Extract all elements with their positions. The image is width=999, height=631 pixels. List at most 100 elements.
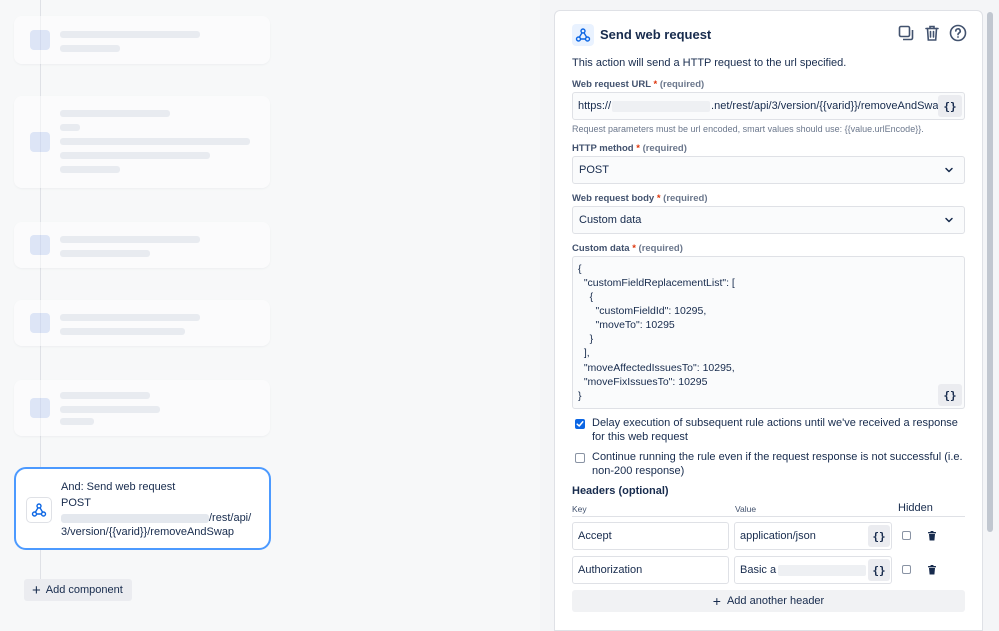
flow-step-card[interactable] <box>14 380 270 436</box>
flow-step-card[interactable] <box>14 222 270 268</box>
step-text-placeholder <box>60 328 185 335</box>
header-value-text: Basic a <box>740 564 777 576</box>
code-line: "customFieldReplacementList": [ <box>578 277 735 289</box>
custom-data-label: Custom data * (required) <box>572 243 683 254</box>
step-text-placeholder <box>60 152 210 159</box>
add-component-button[interactable]: + Add component <box>24 579 132 601</box>
webhook-icon <box>572 24 594 46</box>
chevron-down-icon <box>945 167 953 173</box>
panel-toolbar <box>896 23 968 43</box>
step-text-placeholder <box>60 314 200 321</box>
request-body-value: Custom data <box>579 214 642 226</box>
webhook-icon <box>26 497 52 523</box>
step-text-placeholder <box>60 110 170 117</box>
send-web-request-step-card[interactable]: And: Send web request POST /rest/api/ 3/… <box>14 467 271 550</box>
step-text-placeholder <box>60 124 80 131</box>
trash-icon[interactable] <box>926 530 938 542</box>
code-line: } <box>578 333 594 345</box>
continue-running-checkbox[interactable] <box>575 453 585 463</box>
add-header-label: Add another header <box>726 595 825 607</box>
header-value-input[interactable]: Basic a {} <box>734 556 892 584</box>
code-line: } <box>578 390 582 402</box>
trash-icon[interactable] <box>926 564 938 576</box>
code-line: { <box>578 291 594 303</box>
headers-title: Headers (optional) <box>572 485 669 497</box>
step-text-placeholder <box>60 418 94 425</box>
delay-execution-label: Delay execution of subsequent rule actio… <box>592 417 958 443</box>
action-config-panel: Send web request This action will send a… <box>554 10 983 631</box>
step-url-suffix: /rest/api/ <box>209 512 252 524</box>
web-request-url-input[interactable]: https:// .net/rest/api/3/version/{{varid… <box>572 92 965 120</box>
header-hidden-checkbox[interactable] <box>902 531 911 540</box>
continue-running-label: Continue running the rule even if the re… <box>592 451 963 477</box>
step-text-placeholder <box>60 236 200 243</box>
add-another-header-button[interactable]: + Add another header <box>572 590 965 612</box>
scrollbar-thumb[interactable] <box>987 12 993 532</box>
header-key-input[interactable]: Authorization <box>572 556 729 584</box>
step-text-placeholder <box>60 45 120 52</box>
delay-execution-option[interactable]: Delay execution of subsequent rule actio… <box>575 416 965 444</box>
plus-icon: + <box>712 593 721 609</box>
trash-icon[interactable] <box>922 23 942 43</box>
url-suffix: .net/rest/api/3/version/{{varid}}/remove… <box>711 100 945 112</box>
code-line: "moveTo": 10295 <box>578 319 675 331</box>
request-body-label: Web request body * (required) <box>572 193 708 204</box>
panel-title: Send web request <box>600 27 712 42</box>
redacted-domain <box>61 513 209 523</box>
panel-scrollbar[interactable] <box>985 10 995 532</box>
flow-connector <box>40 550 41 580</box>
check-icon <box>576 421 584 427</box>
code-line: "moveAffectedIssuesTo": 10295, <box>578 362 735 374</box>
rule-flow: And: Send web request POST /rest/api/ 3/… <box>0 0 540 631</box>
continue-running-option[interactable]: Continue running the rule even if the re… <box>575 450 965 478</box>
header-value-text: application/json <box>740 530 816 542</box>
delay-execution-checkbox[interactable] <box>575 419 585 429</box>
step-text-placeholder <box>60 138 250 145</box>
code-line: ], <box>578 347 590 359</box>
header-value-input[interactable]: application/json {} <box>734 522 892 550</box>
step-icon <box>30 132 50 152</box>
smart-value-button[interactable]: {} <box>938 95 962 117</box>
step-title: And: Send web request <box>61 481 176 493</box>
step-icon <box>30 30 50 50</box>
value-column-header: Value <box>735 504 757 514</box>
smart-value-button[interactable]: {} <box>868 525 890 547</box>
action-description: This action will send a HTTP request to … <box>572 57 847 69</box>
header-key-input[interactable]: Accept <box>572 522 729 550</box>
smart-value-button[interactable]: {} <box>938 384 962 406</box>
custom-data-textarea[interactable]: { "customFieldReplacementList": [ { "cus… <box>572 256 965 409</box>
step-icon <box>30 235 50 255</box>
flow-step-card[interactable] <box>14 300 270 346</box>
key-column-header: Key <box>572 504 587 514</box>
code-line: "customFieldId": 10295, <box>578 305 707 317</box>
help-icon[interactable] <box>948 23 968 43</box>
duplicate-icon[interactable] <box>896 23 916 43</box>
http-method-label: HTTP method * (required) <box>572 143 687 154</box>
http-method-select[interactable]: POST <box>572 156 965 184</box>
flow-step-card[interactable] <box>14 16 270 64</box>
url-field-label: Web request URL * (required) <box>572 79 705 90</box>
step-url-line: /rest/api/ <box>61 512 251 524</box>
header-hidden-checkbox[interactable] <box>902 565 911 574</box>
request-body-select[interactable]: Custom data <box>572 206 965 234</box>
step-text-placeholder <box>60 406 160 413</box>
smart-value-button[interactable]: {} <box>868 559 890 581</box>
url-help-text: Request parameters must be url encoded, … <box>572 124 924 134</box>
step-text-placeholder <box>60 392 150 399</box>
step-method: POST <box>61 497 91 509</box>
plus-icon: + <box>32 581 41 599</box>
step-text-placeholder <box>60 250 150 257</box>
chevron-down-icon <box>945 217 953 223</box>
step-icon <box>30 313 50 333</box>
step-icon <box>30 398 50 418</box>
http-method-value: POST <box>579 164 609 176</box>
redacted-credentials <box>778 564 867 576</box>
hidden-column-header: Hidden <box>898 502 933 514</box>
step-text-placeholder <box>60 166 120 173</box>
step-url-line: 3/version/{{varid}}/removeAndSwap <box>61 526 235 538</box>
headers-divider <box>572 516 965 517</box>
flow-step-card[interactable] <box>14 96 270 188</box>
add-component-label: Add component <box>45 584 123 596</box>
url-prefix: https:// <box>578 100 612 112</box>
redacted-domain <box>612 100 711 112</box>
